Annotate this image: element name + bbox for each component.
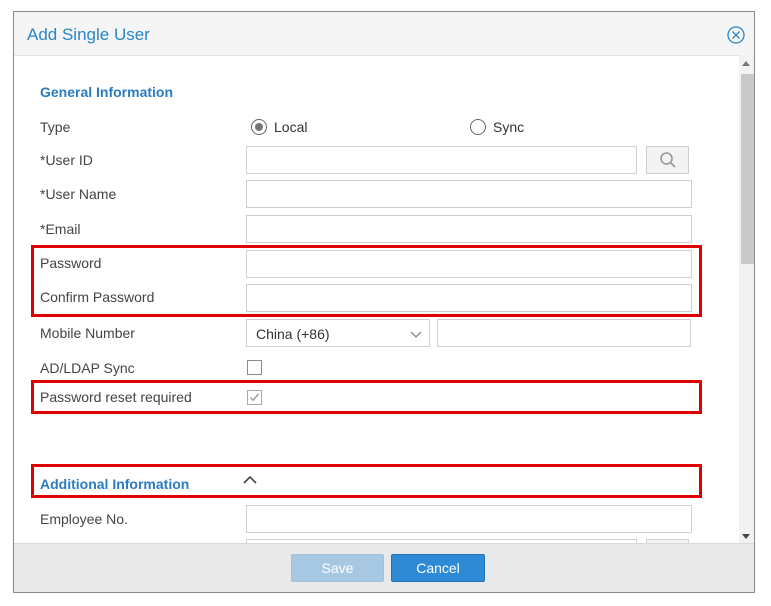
search-icon bbox=[660, 152, 676, 168]
scroll-up-arrow-icon[interactable] bbox=[742, 61, 750, 66]
type-sync-radio[interactable] bbox=[470, 119, 486, 135]
ad-ldap-sync-label: AD/LDAP Sync bbox=[40, 360, 135, 376]
type-local-radio[interactable] bbox=[251, 119, 267, 135]
user-id-label: *User ID bbox=[40, 152, 93, 168]
type-sync-label: Sync bbox=[493, 119, 525, 135]
ad-ldap-sync-checkbox[interactable] bbox=[247, 360, 262, 375]
close-icon[interactable] bbox=[727, 26, 745, 44]
additional-information-title: Additional Information bbox=[40, 476, 190, 492]
email-label: *Email bbox=[40, 221, 81, 237]
user-name-label: *User Name bbox=[40, 186, 117, 202]
scroll-down-arrow-icon[interactable] bbox=[742, 534, 750, 539]
confirm-password-input[interactable] bbox=[246, 284, 692, 312]
type-local-label: Local bbox=[274, 119, 308, 135]
add-single-user-dialog: Add Single User General Information Type… bbox=[13, 11, 755, 593]
dialog-footer: Save Cancel bbox=[14, 543, 754, 592]
cancel-button[interactable]: Cancel bbox=[391, 554, 485, 582]
email-input[interactable] bbox=[246, 215, 692, 243]
vertical-scrollbar[interactable] bbox=[739, 55, 754, 545]
general-information-title: General Information bbox=[40, 84, 174, 100]
user-id-input[interactable] bbox=[246, 146, 637, 174]
employee-no-input[interactable] bbox=[246, 505, 692, 533]
country-code-value: China (+86) bbox=[256, 326, 330, 342]
save-button[interactable]: Save bbox=[291, 554, 384, 582]
country-code-select[interactable]: China (+86) bbox=[246, 319, 430, 347]
password-label: Password bbox=[40, 255, 102, 271]
dialog-titlebar: Add Single User bbox=[14, 12, 754, 56]
user-id-search-button[interactable] bbox=[646, 146, 689, 174]
checkmark-icon bbox=[250, 393, 260, 402]
chevron-up-icon[interactable] bbox=[242, 475, 258, 485]
dialog-title: Add Single User bbox=[27, 25, 150, 44]
mobile-number-input[interactable] bbox=[437, 319, 691, 347]
scroll-thumb[interactable] bbox=[741, 74, 754, 264]
dialog-content: General Information Type Local Sync *Use… bbox=[14, 55, 739, 545]
password-input[interactable] bbox=[246, 250, 692, 278]
type-label: Type bbox=[40, 119, 71, 135]
password-reset-required-checkbox[interactable] bbox=[247, 390, 262, 405]
employee-no-label: Employee No. bbox=[40, 511, 128, 527]
user-name-input[interactable] bbox=[246, 180, 692, 208]
mobile-number-label: Mobile Number bbox=[40, 325, 135, 341]
confirm-password-label: Confirm Password bbox=[40, 289, 155, 305]
chevron-down-icon bbox=[410, 331, 422, 338]
password-reset-required-label: Password reset required bbox=[40, 389, 192, 405]
